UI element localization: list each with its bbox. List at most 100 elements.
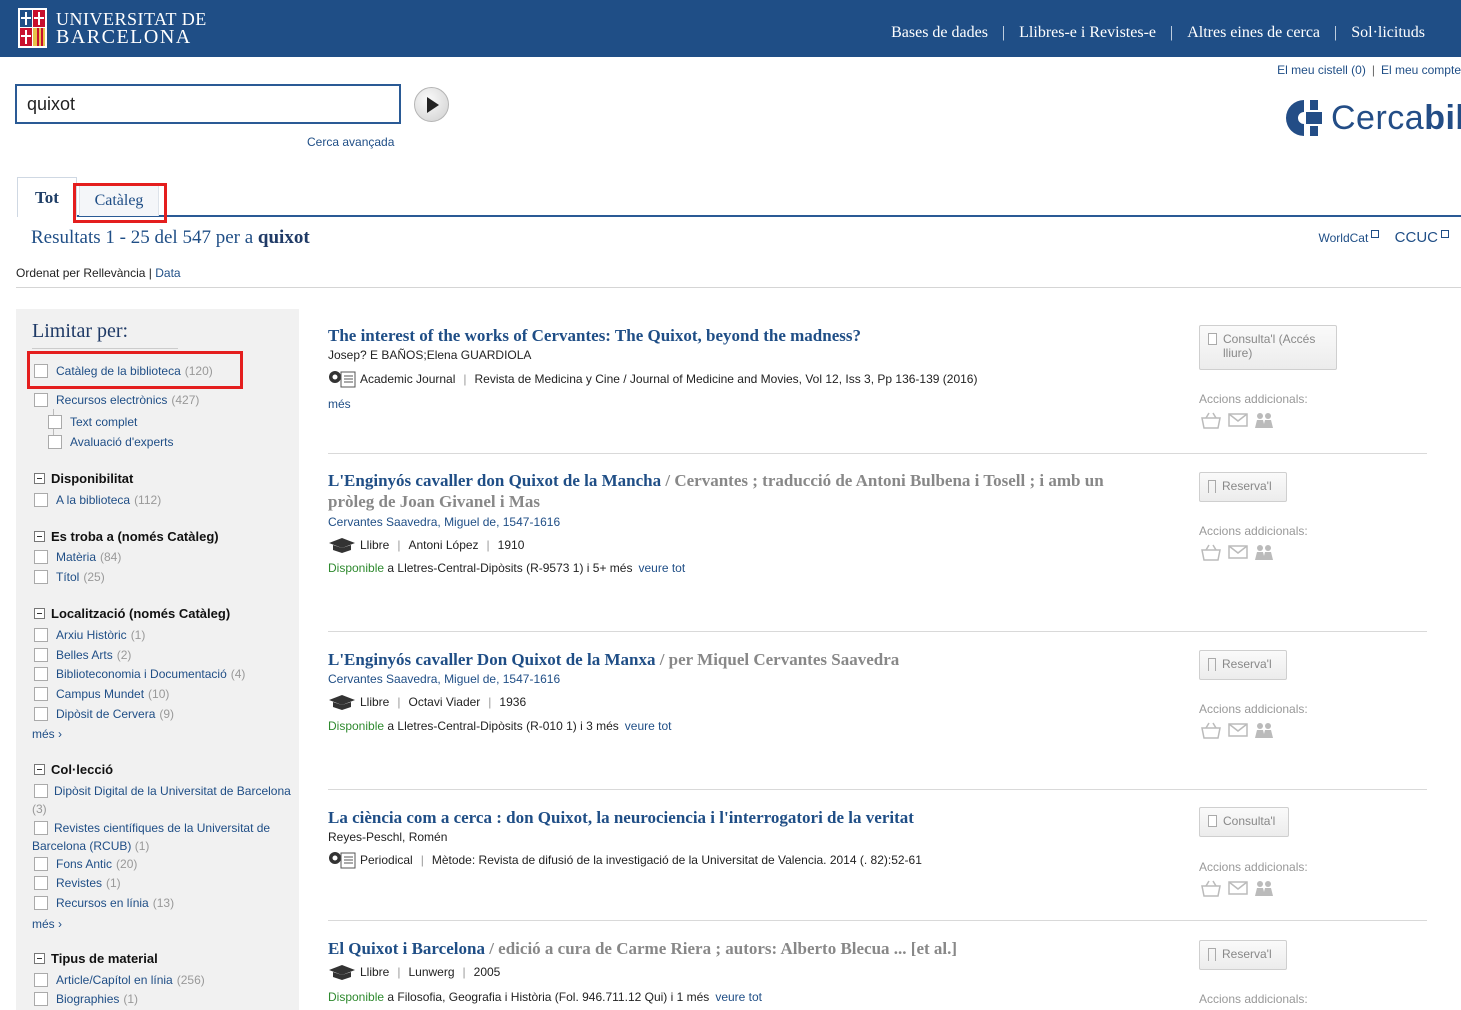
more-link[interactable]: més [328,397,351,411]
search-input[interactable] [17,86,399,122]
see-all-link[interactable]: veure tot [715,990,762,1004]
checkbox[interactable] [34,570,48,584]
see-all-link[interactable]: veure tot [638,561,685,575]
divider [16,287,1461,288]
people-icon[interactable] [1254,543,1274,561]
email-icon[interactable] [1228,544,1248,560]
collapse-icon [34,531,45,542]
filter-belles-arts[interactable]: Belles Arts (2) [34,648,131,662]
section-es-troba[interactable]: Es troba a (només Catàleg) [34,529,219,544]
checkbox[interactable] [34,667,48,681]
checkbox[interactable] [34,821,48,835]
nav-bases-de-dades[interactable]: Bases de dades [891,24,988,42]
filter-avaluacio-experts[interactable]: Avaluació d'experts [48,435,173,449]
filter-count: (13) [152,896,175,910]
checkbox[interactable] [34,784,48,798]
checkbox[interactable] [34,628,48,642]
university-logo[interactable]: UNIVERSITAT DE BARCELONA [18,8,207,48]
filter-fons-antic[interactable]: Fons Antic (20) [34,857,137,871]
filter-recursos-en-linia[interactable]: Recursos en línia (13) [34,896,174,910]
filter-a-la-biblioteca[interactable]: A la biblioteca (112) [34,493,161,507]
checkbox[interactable] [34,896,48,910]
filter-revistes-cientifiques[interactable]: Revistes científiques de la Universitat … [32,819,294,855]
see-all-link[interactable]: veure tot [625,719,672,733]
filter-text-complet[interactable]: Text complet [48,415,137,429]
people-icon[interactable] [1254,879,1274,897]
checkbox[interactable] [34,876,48,890]
reserve-button[interactable]: Reserva'l [1199,472,1287,502]
meta-separator: | [463,372,467,386]
filter-campus-mundet[interactable]: Campus Mundet (10) [34,687,169,701]
tab-tot[interactable]: Tot [17,177,77,217]
availability-location: a Filosofia, Geografia i Història (Fol. … [384,990,710,1004]
additional-actions [1200,879,1280,897]
nav-altres-eines[interactable]: Altres eines de cerca [1187,24,1320,42]
nav-separator: | [1334,24,1338,41]
section-tipus-material[interactable]: Tipus de material [34,951,158,966]
more-localitzacio-link[interactable]: més › [32,727,62,741]
checkbox[interactable] [34,550,48,564]
basket-icon[interactable] [1200,543,1222,561]
checkbox[interactable] [48,435,62,449]
checkbox[interactable] [34,857,48,871]
filter-biblioteconomia[interactable]: Biblioteconomia i Documentació (4) [34,667,245,681]
checkbox[interactable] [34,648,48,662]
checkbox[interactable] [34,493,48,507]
basket-icon[interactable] [1200,879,1222,897]
my-account-link[interactable]: El meu compte [1381,63,1461,77]
periodical-icon [329,852,356,869]
meta-separator: | [397,965,401,979]
result-title[interactable]: La ciència com a cerca : don Quixot, la … [328,807,1118,828]
filter-titol[interactable]: Títol (25) [34,570,105,584]
result-title-link[interactable]: L'Enginyós cavaller Don Quixot de la Man… [328,650,655,669]
filter-biographies[interactable]: Biographies (1) [34,992,138,1006]
section-title: Col·lecció [51,762,114,777]
filter-cataleg-biblioteca[interactable]: Catàleg de la biblioteca (120) [34,364,213,378]
basket-icon[interactable] [1200,411,1222,429]
bookmark-icon [1208,948,1216,961]
checkbox[interactable] [34,393,48,407]
email-icon[interactable] [1228,880,1248,896]
section-localitzacio[interactable]: Localització (només Catàleg) [34,606,230,621]
filter-revistes[interactable]: Revistes (1) [34,876,121,890]
basket-icon[interactable] [1200,721,1222,739]
advanced-search-link[interactable]: Cerca avançada [307,135,394,149]
filter-diposit-cervera[interactable]: Dipòsit de Cervera (9) [34,707,174,721]
checkbox[interactable] [34,992,48,1006]
additional-actions-label: Accions addicionals: [1199,702,1308,716]
cart-link[interactable]: El meu cistell (0) [1277,63,1366,77]
search-submit-button[interactable] [414,87,449,122]
checkbox[interactable] [34,687,48,701]
worldcat-link[interactable]: WorldCat [1319,230,1380,245]
result-title[interactable]: The interest of the works of Cervantes: … [328,325,1118,346]
more-colleccio-link[interactable]: més › [32,917,62,931]
consult-button[interactable]: Consulta'l [1199,807,1289,837]
nav-sollicituds[interactable]: Sol·licituds [1351,24,1425,42]
result-title-link[interactable]: El Quixot i Barcelona [328,939,485,958]
checkbox[interactable] [34,707,48,721]
checkbox[interactable] [34,364,48,378]
ccuc-link[interactable]: CCUC [1383,229,1449,246]
filter-diposit-digital[interactable]: Dipòsit Digital de la Universitat de Bar… [32,782,294,818]
filter-article-capitol[interactable]: Article/Capítol en línia (256) [34,973,205,987]
result-title-link[interactable]: L'Enginyós cavaller don Quixot de la Man… [328,471,661,490]
checkbox[interactable] [48,415,62,429]
reserve-button[interactable]: Reserva'l [1199,650,1287,680]
email-icon[interactable] [1228,412,1248,428]
tab-cataleg[interactable]: Catàleg [79,183,159,216]
filter-materia[interactable]: Matèria (84) [34,550,121,564]
sort-date-link[interactable]: Data [155,266,180,280]
checkbox[interactable] [34,973,48,987]
nav-llibres-revistes[interactable]: Llibres-e i Revistes-e [1019,24,1156,42]
consult-button[interactable]: Consulta'l (Accés lliure) [1199,325,1337,370]
people-icon[interactable] [1254,721,1274,739]
section-colleccio[interactable]: Col·lecció [34,762,113,777]
result-author-link[interactable]: Cervantes Saavedra, Miguel de, 1547-1616 [328,515,560,529]
email-icon[interactable] [1228,722,1248,738]
section-disponibilitat[interactable]: Disponibilitat [34,471,133,486]
result-author-link[interactable]: Cervantes Saavedra, Miguel de, 1547-1616 [328,672,560,686]
filter-recursos-electronics[interactable]: Recursos electrònics (427) [34,393,199,407]
reserve-button[interactable]: Reserva'l [1199,940,1287,970]
filter-arxiu-historic[interactable]: Arxiu Històric (1) [34,628,145,642]
people-icon[interactable] [1254,411,1274,429]
